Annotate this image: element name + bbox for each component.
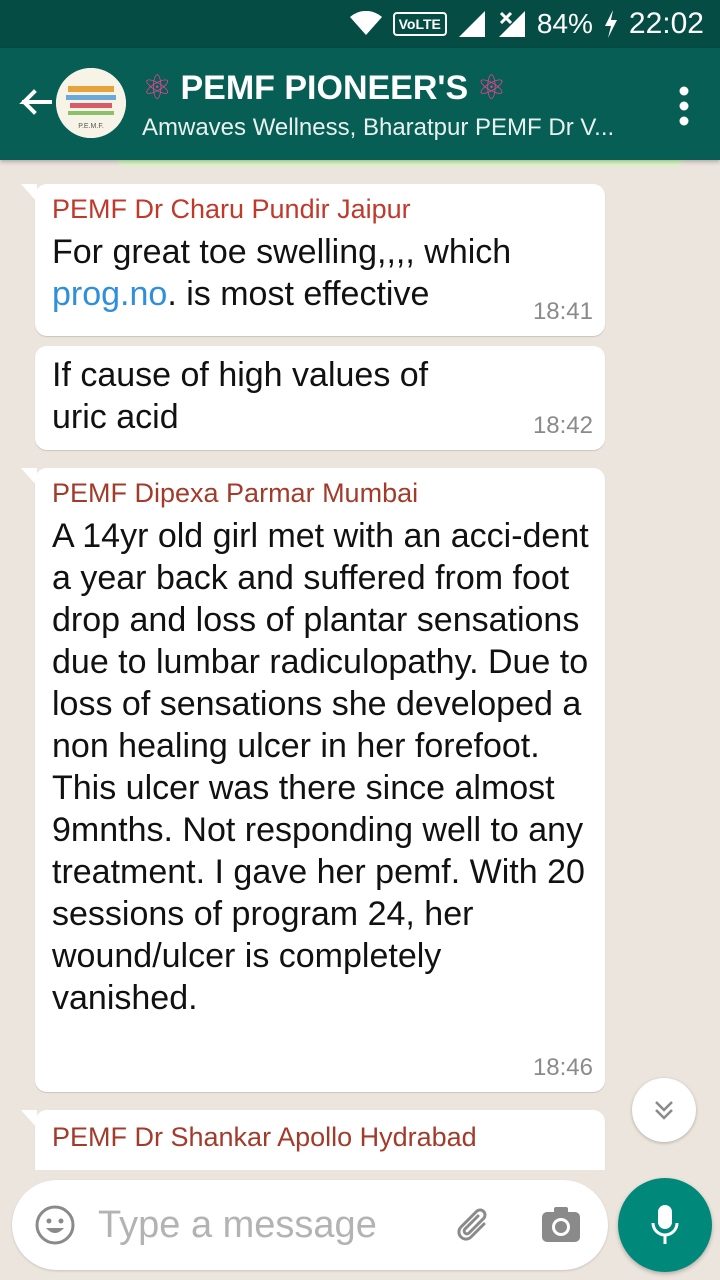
message-composer: Type a message xyxy=(12,1180,608,1270)
message-sender: PEMF Dr Charu Pundir Jaipur xyxy=(52,194,411,224)
message-bubble[interactable]: PEMF Dr Shankar Apollo Hydrabad xyxy=(21,1110,605,1170)
message-sender: PEMF Dr Shankar Apollo Hydrabad xyxy=(52,1122,477,1152)
message-input[interactable]: Type a message xyxy=(98,1204,377,1247)
status-bar: VoLTE 84% 22:02 xyxy=(0,0,720,48)
microphone-icon xyxy=(651,1205,679,1244)
message-sender: PEMF Dipexa Parmar Mumbai xyxy=(52,478,419,508)
overflow-menu-icon[interactable] xyxy=(678,86,690,126)
voice-record-button[interactable] xyxy=(618,1178,712,1272)
signal-no-data-icon xyxy=(498,11,525,37)
clock: 22:02 xyxy=(628,7,704,40)
message-bubble[interactable]: PEMF Dr Charu Pundir Jaipur For great to… xyxy=(21,184,605,336)
volte-badge: VoLTE xyxy=(392,12,447,36)
message-text: A 14yr old girl met with an acci-dent a … xyxy=(52,517,589,1017)
svg-text:P.E.M.F.: P.E.M.F. xyxy=(78,123,104,130)
group-title[interactable]: ⚛ PEMF PIONEER'S ⚛ xyxy=(142,68,507,108)
group-avatar[interactable]: P.E.M.F. xyxy=(56,68,126,138)
atom-emoji-right: ⚛ xyxy=(476,69,507,107)
signal-icon xyxy=(458,11,485,37)
wifi-icon xyxy=(349,11,382,35)
message-link[interactable]: prog.no xyxy=(52,275,167,313)
camera-icon[interactable] xyxy=(540,1206,582,1244)
message-time: 18:41 xyxy=(532,298,593,325)
message-text: If cause of high values of uric acid xyxy=(52,356,429,436)
message-bubble[interactable]: PEMF Dipexa Parmar Mumbai A 14yr old gir… xyxy=(21,468,605,1092)
previous-message-edge xyxy=(115,160,685,166)
double-chevron-down-icon xyxy=(655,1101,673,1120)
message-list[interactable]: PEMF Dr Charu Pundir Jaipur For great to… xyxy=(0,160,720,1170)
group-participants[interactable]: Amwaves Wellness, Bharatpur PEMF Dr V... xyxy=(142,114,642,142)
message-text: For great toe swelling,,,, which prog.no… xyxy=(52,233,512,313)
group-name: PEMF PIONEER'S xyxy=(180,68,469,107)
message-time: 18:42 xyxy=(532,412,593,439)
battery-percent: 84% xyxy=(536,8,593,39)
back-arrow-icon[interactable] xyxy=(12,82,56,126)
scroll-to-bottom-button[interactable] xyxy=(632,1078,696,1142)
chat-header: P.E.M.F. ⚛ PEMF PIONEER'S ⚛ Amwaves Well… xyxy=(0,48,720,160)
message-bubble[interactable]: If cause of high values of uric acid 18:… xyxy=(35,346,605,450)
avatar-image: P.E.M.F. xyxy=(56,68,126,138)
charging-icon xyxy=(604,10,617,38)
message-time: 18:46 xyxy=(532,1054,593,1081)
attach-icon[interactable] xyxy=(454,1204,494,1246)
emoji-icon[interactable] xyxy=(34,1204,76,1246)
atom-emoji-left: ⚛ xyxy=(142,69,173,107)
